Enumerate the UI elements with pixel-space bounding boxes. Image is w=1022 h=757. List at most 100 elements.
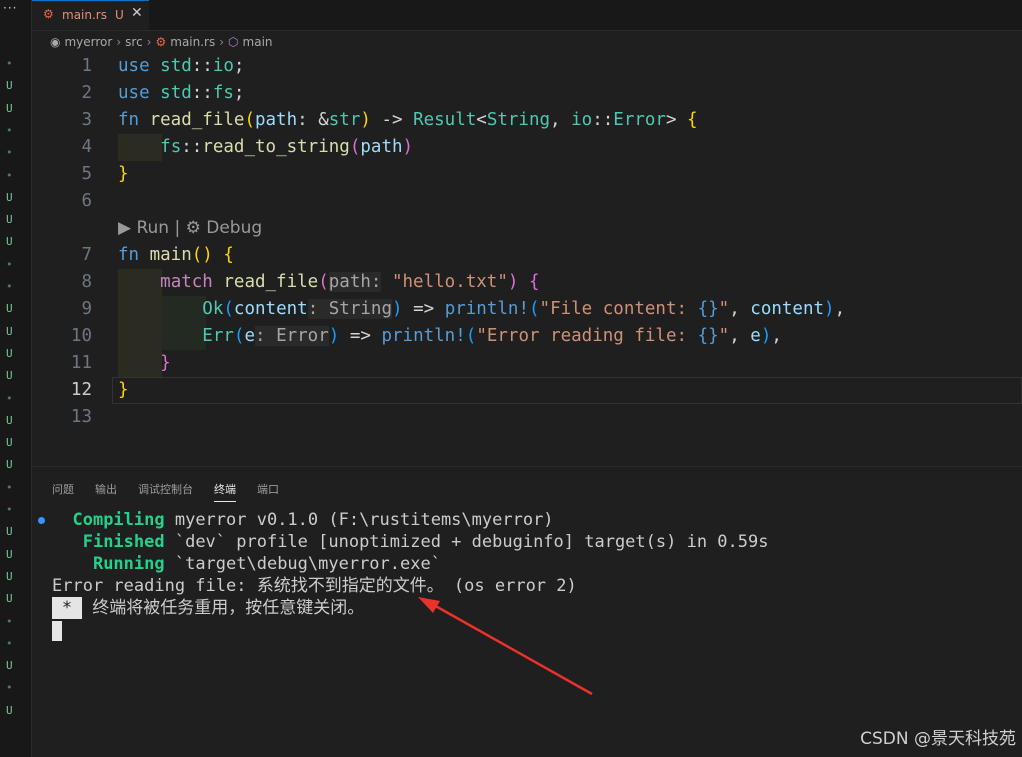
line-number: 2	[81, 83, 92, 103]
code-token: ->	[370, 110, 414, 130]
untracked-mark: U	[6, 369, 13, 383]
terminal-keyword: Compiling	[72, 510, 165, 530]
code-line[interactable]: 11 }	[32, 350, 1022, 377]
editor-tab-bar: ⚙ main.rs U ✕	[32, 0, 1022, 31]
codelens-run-debug[interactable]: ▶ Run | ⚙ Debug	[118, 218, 262, 238]
code-token: "	[718, 299, 730, 319]
code-token: ::	[181, 137, 203, 157]
code-line[interactable]: 7 fn main() {	[32, 242, 1022, 269]
untracked-mark: U	[6, 703, 13, 717]
code-token: "File content:	[539, 299, 698, 319]
panel-tab[interactable]: 终端	[214, 481, 236, 502]
untracked-mark: U	[6, 302, 13, 316]
code-line[interactable]: 1 use std::io;	[32, 53, 1022, 80]
code-line[interactable]: 6	[32, 188, 1022, 215]
terminal-keyword: Finished	[82, 532, 165, 552]
code-token: (	[233, 326, 245, 346]
terminal-line: Compiling myerror v0.1.0 (F:\rustitems\m…	[52, 509, 768, 531]
breadcrumb-item[interactable]: myerror	[64, 35, 112, 49]
code-token: io	[571, 110, 593, 130]
line-number: 3	[81, 110, 92, 130]
modified-dot: •	[6, 146, 13, 160]
code-token: ;	[233, 56, 245, 76]
modified-dot: •	[6, 168, 13, 182]
modified-dot: •	[6, 257, 13, 271]
modified-dot: •	[6, 480, 13, 494]
close-icon[interactable]: ✕	[131, 5, 143, 21]
panel-tab[interactable]: 调试控制台	[138, 481, 193, 501]
untracked-mark: U	[6, 79, 13, 93]
terminal-line: Finished `dev` profile [unoptimized + de…	[52, 531, 769, 553]
code-line[interactable]: 2 use std::fs;	[32, 80, 1022, 107]
breadcrumb-item[interactable]: main	[243, 35, 273, 49]
panel-tab[interactable]: 端口	[257, 481, 279, 501]
code-token: )	[360, 110, 371, 130]
terminal-output[interactable]: Compiling myerror v0.1.0 (F:\rustitems\m…	[52, 509, 768, 619]
code-token: content	[750, 299, 825, 319]
untracked-mark: U	[6, 458, 13, 472]
current-line-highlight	[112, 377, 1022, 404]
function-cube-icon: ⬡	[228, 34, 239, 49]
chevron-right-icon: ›	[219, 34, 225, 49]
untracked-mark: U	[6, 190, 13, 204]
code-token: : Error	[255, 326, 329, 346]
tab-git-status: U	[115, 8, 124, 22]
code-token: {	[528, 272, 540, 292]
code-token: >	[665, 110, 688, 130]
code-token: ,	[771, 326, 782, 346]
terminal-line: Error reading file: 系统找不到指定的文件。 (os erro…	[52, 576, 577, 596]
code-token: =>	[339, 326, 382, 346]
code-line[interactable]: 4 fs::read_to_string(path)	[32, 134, 1022, 161]
tab-main-rs[interactable]: ⚙ main.rs U ✕	[32, 0, 149, 30]
untracked-mark: U	[6, 592, 13, 606]
code-text: fn read_file(path: &str) -> Result<Strin…	[118, 107, 698, 134]
modified-dot: •	[6, 503, 13, 516]
modified-dot: •	[6, 636, 13, 650]
code-line[interactable]: 9 Ok(content: String) => println!("File …	[32, 296, 1022, 323]
code-token: )	[507, 272, 519, 292]
code-token: println!	[444, 299, 529, 319]
untracked-mark: U	[6, 346, 13, 360]
untracked-mark: U	[6, 525, 13, 539]
breadcrumb-item[interactable]: src	[125, 35, 143, 49]
line-number: 5	[81, 164, 92, 184]
code-line[interactable]: 3 fn read_file(path: &str) -> Result<Stri…	[32, 107, 1022, 134]
line-number: 11	[70, 353, 92, 373]
breadcrumb-item[interactable]: main.rs	[170, 35, 215, 49]
code-token: println!	[381, 326, 466, 346]
line-number: 9	[81, 299, 92, 319]
modified-dot: •	[6, 391, 13, 405]
panel-tab[interactable]: 输出	[95, 481, 117, 501]
code-token: {	[687, 110, 698, 130]
modified-dot: •	[6, 681, 13, 695]
code-line[interactable]: 10 Err(e: Error) => println!("Error read…	[32, 323, 1022, 350]
code-token: main	[149, 245, 192, 265]
code-token: ;	[233, 83, 245, 103]
code-line[interactable]: 5}	[32, 161, 1022, 188]
panel-tab[interactable]: 问题	[52, 481, 74, 501]
code-token: fs	[212, 83, 234, 103]
tab-file-name: main.rs	[62, 8, 107, 22]
code-line[interactable]: 8 match read_file(path: "hello.txt") {	[32, 269, 1022, 296]
more-actions-icon[interactable]: ···	[3, 1, 17, 15]
code-line[interactable]: 13	[32, 404, 1022, 431]
terminal-line: * 终端将被任务重用，按任意键关闭。	[52, 597, 768, 619]
code-token: fn	[118, 245, 150, 265]
code-token: "	[718, 326, 730, 346]
code-token: fs	[160, 137, 182, 157]
chevron-right-icon: ›	[146, 34, 152, 49]
code-text: }	[118, 350, 171, 377]
untracked-mark: U	[6, 547, 13, 561]
code-line[interactable]: 12}	[32, 377, 1022, 404]
code-token: : &	[297, 110, 329, 130]
code-text: fn main() {	[118, 242, 234, 269]
untracked-mark: U	[6, 569, 13, 583]
code-token: Result	[413, 110, 477, 130]
code-text: }	[118, 161, 129, 188]
code-text: Err(e: Error) => println!("Error reading…	[118, 323, 782, 350]
code-token: "Error reading file:	[476, 326, 698, 346]
untracked-mark: U	[6, 436, 13, 450]
terminal-text: `dev` profile [unoptimized + debuginfo] …	[164, 532, 769, 552]
